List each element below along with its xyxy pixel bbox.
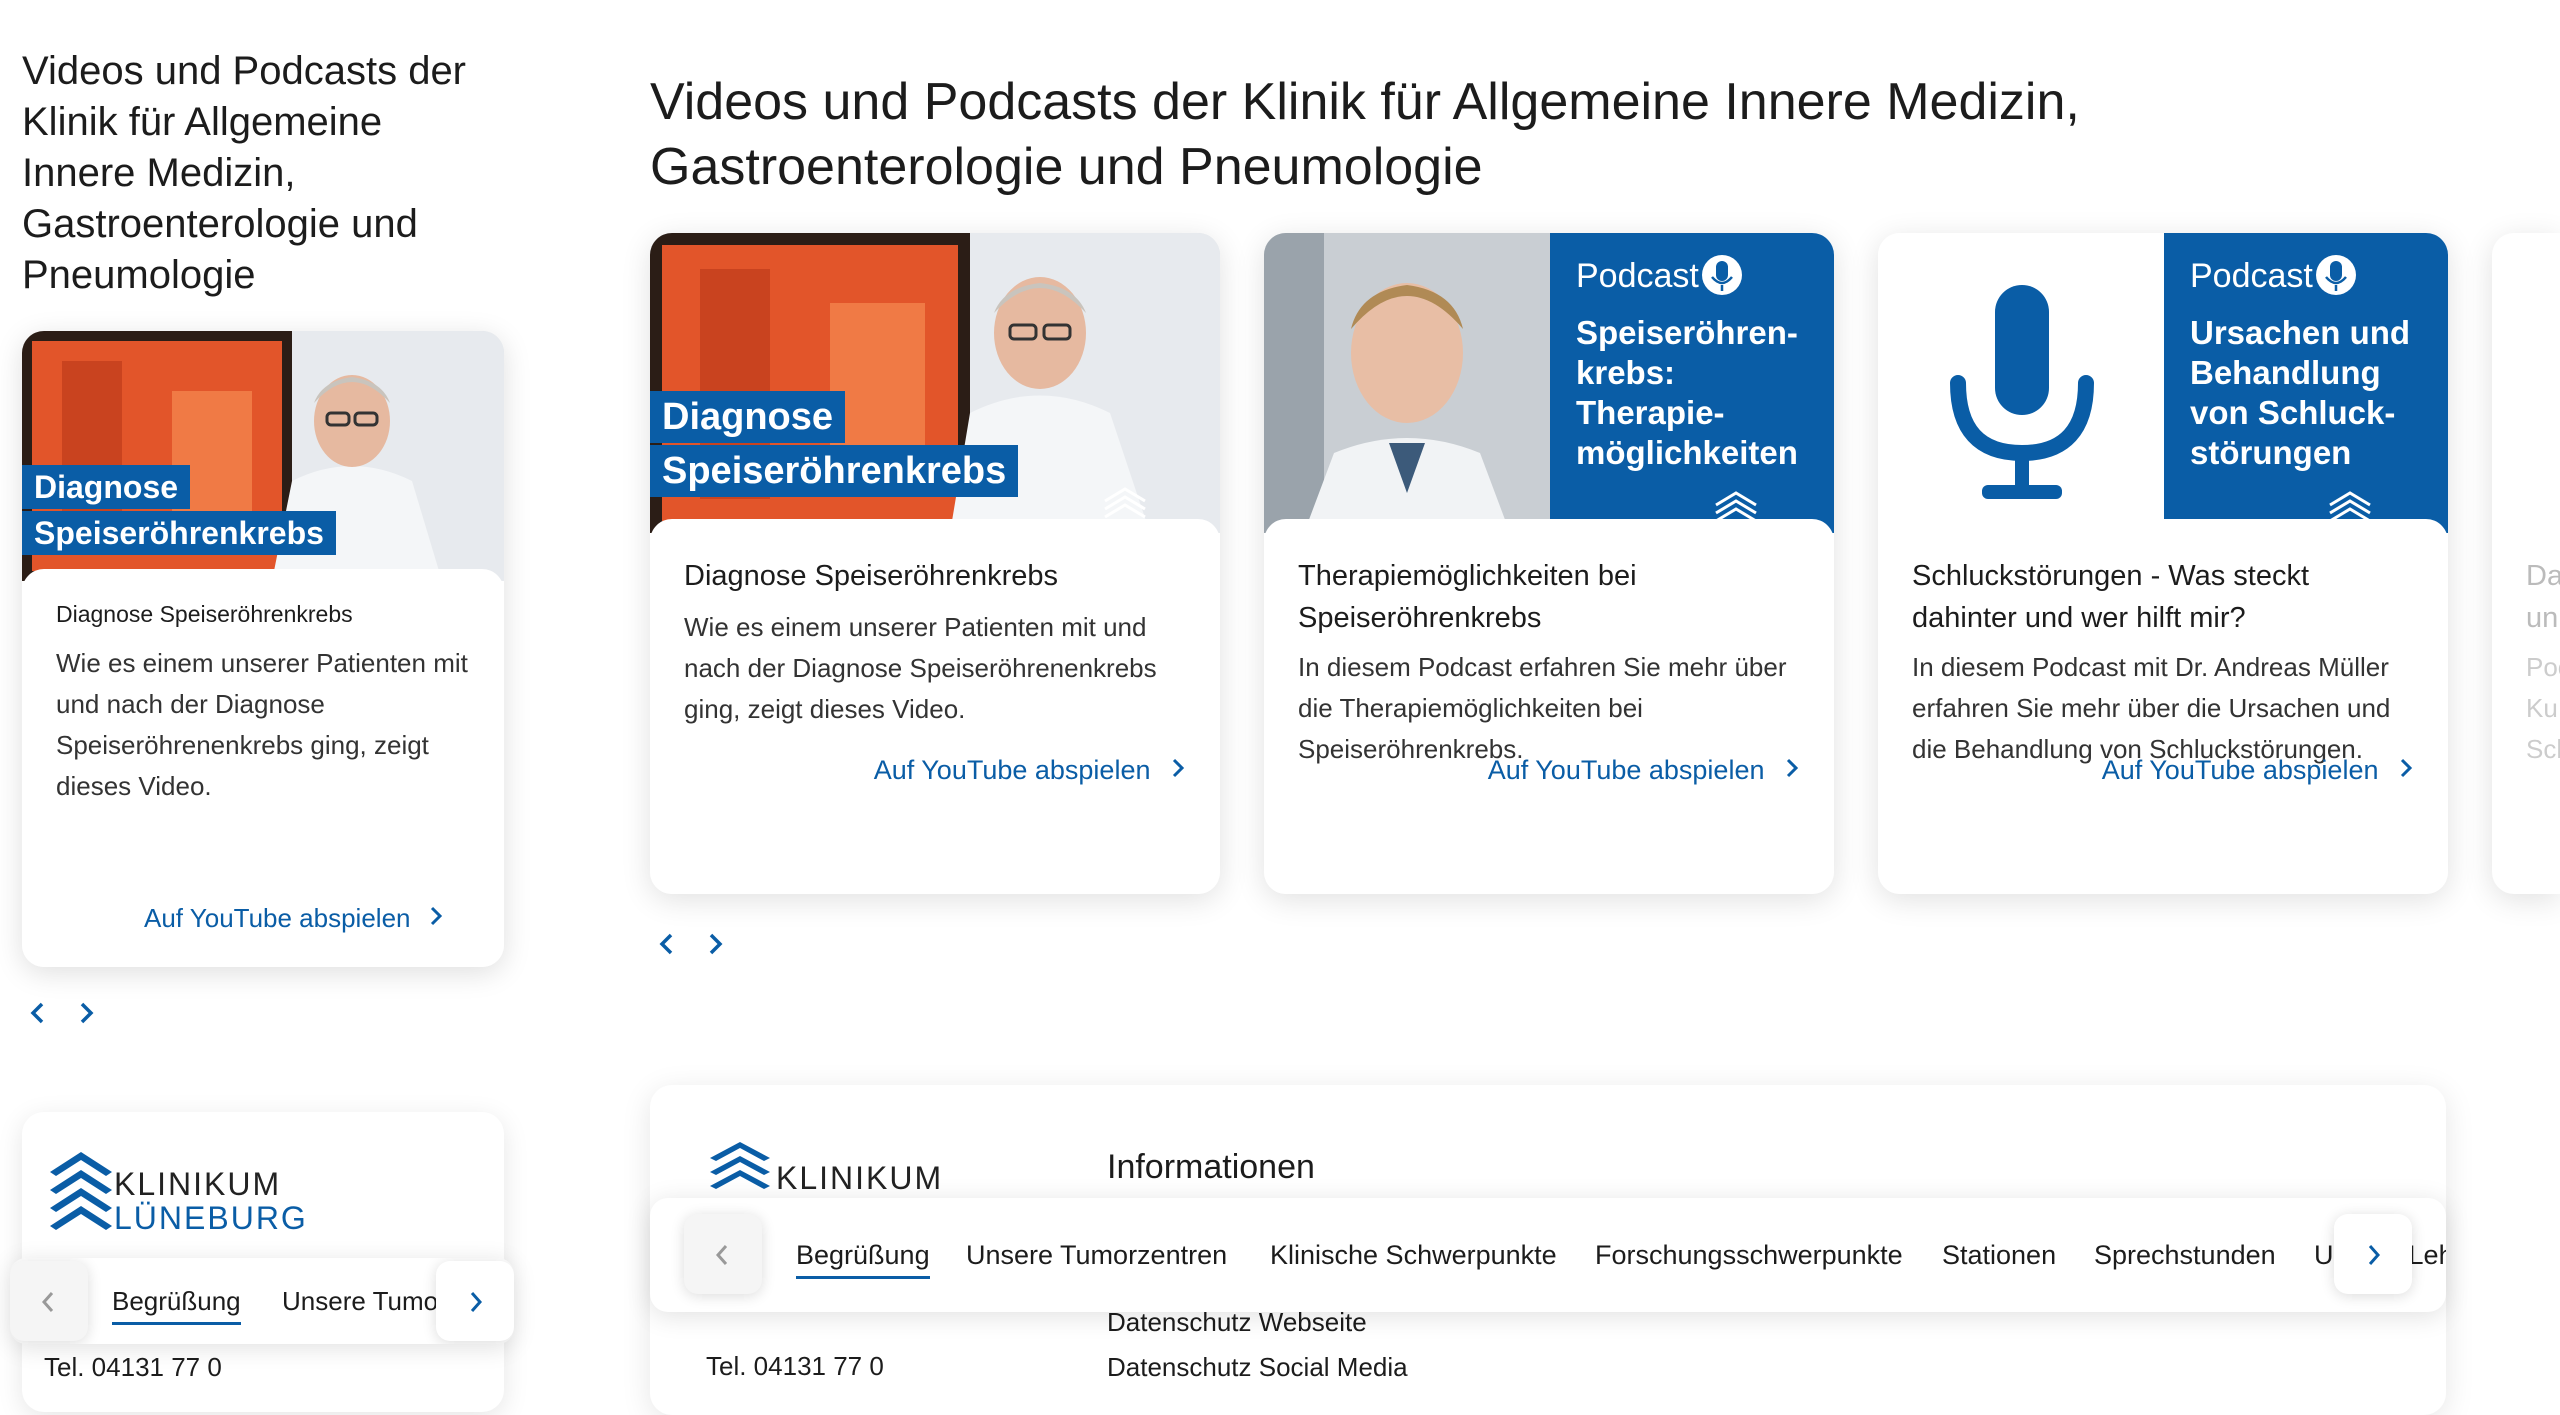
carousel-next-button[interactable] (703, 929, 733, 959)
chevron-right-icon (1172, 758, 1185, 778)
tab-begruessung[interactable]: Begrüßung (112, 1258, 241, 1344)
partial-card-title: Da un (2526, 560, 2560, 634)
mobile-video-card[interactable]: Diagnose Speiseröhrenkrebs Diagnose Spei… (22, 331, 504, 967)
youtube-play-link[interactable]: Auf YouTube abspielen (2102, 755, 2414, 786)
card-title: Therapiemöglichkeiten bei Speiseröhrenkr… (1298, 560, 1637, 634)
podcast-card-therapie[interactable]: Podcast Speiseröhren- krebs: Therapie- m… (1264, 233, 1834, 894)
card-description: Wie es einem unserer Patienten mit und n… (684, 612, 1157, 724)
youtube-link-label: Auf YouTube abspielen (1487, 755, 1765, 785)
youtube-play-link[interactable]: Auf YouTube abspielen (874, 755, 1186, 786)
klinikum-logo[interactable] (46, 1148, 116, 1237)
thumbnail-overlay-line2: Speiseröhrenkrebs (22, 511, 336, 555)
video-thumbnail[interactable]: Diagnose Speiseröhrenkrebs (22, 331, 504, 581)
podcast-card-schluckstoerungen[interactable]: Podcast Ursachen und Behandlung von Schl… (1878, 233, 2448, 894)
chevron-left-icon (659, 933, 673, 955)
youtube-play-link[interactable]: Auf YouTube abspielen (144, 903, 444, 934)
partial-next-card[interactable]: Da un Poc Ku Sch (2492, 233, 2560, 894)
youtube-play-link[interactable]: Auf YouTube abspielen (1488, 755, 1800, 786)
chevron-right-icon (470, 1292, 483, 1312)
tab-forschungsschwerpunkte[interactable]: Forschungsschwerpunkte (1595, 1198, 1903, 1312)
tabs-scroll-right-button[interactable] (2334, 1214, 2412, 1294)
chevron-left-icon (715, 1245, 728, 1265)
klinikum-logo-mark (710, 1142, 770, 1189)
chevron-right-icon (1786, 758, 1799, 778)
logo-text-line1: KLINIKUM (114, 1166, 282, 1202)
mobile-tab-bar: Begrüßung Unsere Tumo (10, 1258, 514, 1344)
podcast-heading: Speiseröhren- krebs: Therapie- möglichke… (1576, 314, 1798, 471)
mobile-carousel-controls (26, 998, 118, 1033)
klinikum-logo-mark (50, 1152, 112, 1230)
tabs-scroll-left-button[interactable] (10, 1261, 88, 1341)
tab-unsere-tumorzentren[interactable]: Unsere Tumo (282, 1258, 438, 1344)
podcast-label: Podcast (2190, 257, 2313, 295)
tabs-scroll-left-button[interactable] (684, 1214, 762, 1294)
tab-begruessung[interactable]: Begrüßung (796, 1198, 930, 1312)
youtube-link-label: Auf YouTube abspielen (2101, 755, 2379, 785)
card-description: In diesem Podcast erfahren Sie mehr über… (1298, 652, 1787, 764)
thumbnail-overlay-line1: Diagnose (22, 465, 191, 509)
podcast-thumbnail[interactable]: Podcast Ursachen und Behandlung von Schl… (1878, 233, 2448, 533)
footer-link-datenschutz-social-media[interactable]: Datenschutz Social Media (1107, 1352, 1408, 1383)
chevron-right-icon (2368, 1245, 2381, 1265)
youtube-link-label: Auf YouTube abspielen (144, 903, 411, 933)
card-title: Diagnose Speiseröhrenkrebs (684, 560, 1058, 592)
chevron-right-icon (2400, 758, 2413, 778)
partial-card-description: Poc Ku Sch (2526, 652, 2560, 764)
podcast-thumbnail[interactable]: Podcast Speiseröhren- krebs: Therapie- m… (1264, 233, 1834, 533)
tabs-scroll-right-button[interactable] (436, 1261, 514, 1341)
section-title: Videos und Podcasts der Klinik für Allge… (650, 73, 2080, 196)
chevron-right-icon (430, 906, 442, 926)
klinikum-logo[interactable] (708, 1140, 772, 1205)
tab-stationen[interactable]: Stationen (1942, 1198, 2056, 1312)
youtube-link-label: Auf YouTube abspielen (873, 755, 1151, 785)
podcast-label: Podcast (1576, 257, 1699, 295)
chevron-left-icon (30, 1002, 44, 1024)
chevron-left-icon (41, 1292, 54, 1312)
chevron-right-icon (81, 1002, 94, 1024)
tab-klinische-schwerpunkte[interactable]: Klinische Schwerpunkte (1270, 1198, 1557, 1312)
tab-sprechstunden[interactable]: Sprechstunden (2094, 1198, 2276, 1312)
section-tab-bar: Begrüßung Unsere Tumorzentren Klinische … (650, 1198, 2446, 1312)
podcast-heading: Ursachen und Behandlung von Schluck- stö… (2190, 314, 2411, 471)
card-title: Schluckstörungen - Was steckt dahinter u… (1912, 560, 2310, 634)
video-thumbnail[interactable]: Diagnose Speiseröhrenkrebs (650, 233, 1220, 533)
card-title: Diagnose Speiseröhrenkrebs (56, 601, 353, 627)
carousel-prev-button[interactable] (655, 929, 685, 959)
footer-phone-number[interactable]: Tel. 04131 77 0 (706, 1351, 884, 1382)
carousel-controls (655, 929, 747, 964)
footer-info-heading: Informationen (1107, 1148, 1315, 1186)
logo-text-line2: LÜNEBURG (114, 1200, 308, 1236)
card-description: Wie es einem unserer Patienten mit und n… (56, 648, 468, 801)
video-card-diagnose[interactable]: Diagnose Speiseröhrenkrebs Diagnose Spei… (650, 233, 1220, 894)
chevron-right-icon (710, 933, 723, 955)
card-description: In diesem Podcast mit Dr. Andreas Müller… (1912, 652, 2391, 764)
carousel-prev-button[interactable] (26, 998, 56, 1028)
logo-text: KLINIKUM (776, 1160, 944, 1196)
tab-unsere-tumorzentren[interactable]: Unsere Tumorzentren (966, 1198, 1227, 1312)
mobile-section-title: Videos und Podcasts der Klinik für Allge… (22, 49, 467, 297)
carousel-next-button[interactable] (74, 998, 104, 1028)
mobile-phone-number[interactable]: Tel. 04131 77 0 (44, 1352, 222, 1383)
thumbnail-overlay-line2: Speiseröhrenkrebs (650, 445, 1019, 497)
thumbnail-overlay-line1: Diagnose (650, 391, 846, 443)
